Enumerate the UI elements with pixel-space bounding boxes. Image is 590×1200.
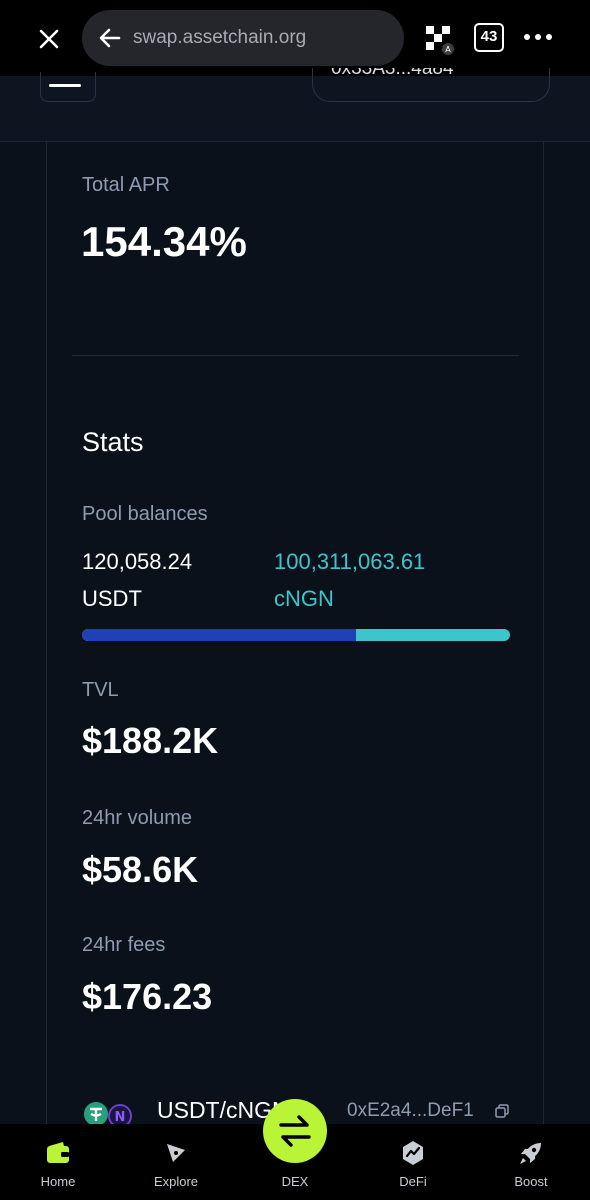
token-a-share-fill bbox=[82, 629, 356, 641]
nav-explore[interactable]: Explore bbox=[126, 1124, 226, 1200]
pool-details-card: Total APR 154.34% Stats Pool balances 12… bbox=[46, 142, 544, 1142]
copy-icon[interactable] bbox=[495, 1104, 509, 1118]
token-b-amount: 100,311,063.61 bbox=[274, 549, 426, 574]
close-icon[interactable] bbox=[32, 22, 66, 56]
volume-label: 24hr volume bbox=[82, 807, 193, 829]
nav-boost[interactable]: Boost bbox=[481, 1124, 581, 1200]
tvl-value: $188.2K bbox=[82, 720, 219, 761]
divider bbox=[72, 355, 519, 356]
swap-arrows-icon bbox=[279, 1115, 311, 1147]
svg-text:A: A bbox=[445, 45, 451, 54]
pair-contract-address[interactable]: 0xE2a4...DeF1 bbox=[347, 1100, 474, 1122]
fees-label: 24hr fees bbox=[82, 934, 166, 956]
token-b-symbol: cNGN bbox=[274, 586, 334, 611]
nav-label-dex: DEX bbox=[281, 1174, 309, 1189]
token-a-symbol: USDT bbox=[82, 586, 142, 611]
svg-text:N: N bbox=[115, 1110, 126, 1125]
pool-balances-label: Pool balances bbox=[82, 503, 208, 525]
tab-switcher-button[interactable]: 43 bbox=[474, 23, 504, 52]
more-options-icon[interactable] bbox=[522, 28, 554, 48]
okx-extension-icon[interactable]: A bbox=[422, 22, 456, 56]
stats-heading: Stats bbox=[82, 427, 144, 457]
token-a-amount: 120,058.24 bbox=[82, 549, 193, 574]
dex-swap-button[interactable] bbox=[263, 1099, 327, 1163]
pool-balance-bar bbox=[82, 629, 510, 641]
nav-label-home: Home bbox=[40, 1174, 76, 1189]
fees-value: $176.23 bbox=[82, 976, 213, 1017]
total-apr-label: Total APR bbox=[82, 174, 170, 196]
defi-chart-icon bbox=[403, 1141, 423, 1165]
wallet-address-button[interactable]: 0x33A3...4a84 bbox=[312, 68, 550, 102]
compass-icon bbox=[167, 1144, 185, 1162]
nav-label-explore: Explore bbox=[153, 1174, 199, 1189]
url-text[interactable]: swap.assetchain.org bbox=[133, 27, 306, 49]
wallet-icon bbox=[47, 1142, 69, 1163]
site-header: 0x33A3...4a84 bbox=[0, 68, 590, 142]
total-apr-value: 154.34% bbox=[81, 218, 247, 265]
wallet-address: 0x33A3...4a84 bbox=[331, 68, 454, 79]
nav-label-defi: DeFi bbox=[399, 1174, 427, 1189]
back-arrow-icon[interactable] bbox=[96, 24, 124, 52]
nav-home[interactable]: Home bbox=[8, 1124, 108, 1200]
browser-toolbar: swap.assetchain.org A 43 bbox=[0, 0, 590, 76]
rocket-icon bbox=[520, 1143, 541, 1164]
address-bar[interactable]: swap.assetchain.org bbox=[82, 10, 404, 66]
tvl-label: TVL bbox=[82, 679, 119, 701]
nav-defi[interactable]: DeFi bbox=[363, 1124, 463, 1200]
nav-label-boost: Boost bbox=[514, 1174, 548, 1189]
hamburger-menu-icon[interactable] bbox=[40, 72, 96, 102]
volume-value: $58.6K bbox=[82, 849, 199, 890]
